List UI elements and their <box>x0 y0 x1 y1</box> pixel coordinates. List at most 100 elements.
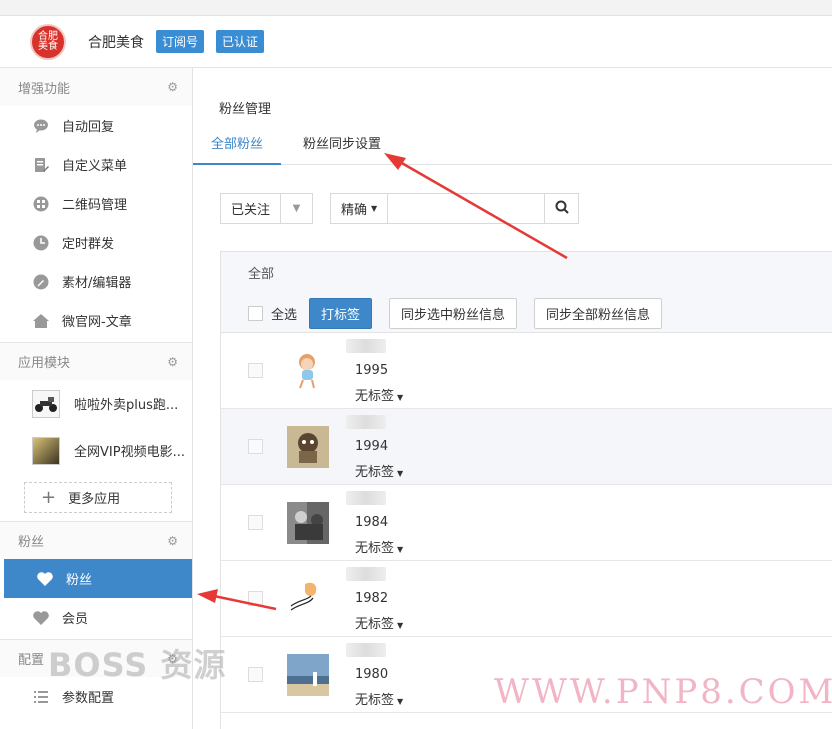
sidebar-item-label: 啦啦外卖plus跑... <box>74 398 179 413</box>
caret-down-icon: ▼ <box>397 469 404 478</box>
top-strip <box>0 0 832 16</box>
section-title: 配置 <box>18 653 45 668</box>
sidebar-item-micro-site[interactable]: 微官网-文章 <box>0 301 192 340</box>
section-title: 应用模块 <box>18 356 71 371</box>
sidebar-item-label: 微官网-文章 <box>62 315 132 330</box>
bulk-toolbar: 全选 打标签 同步选中粉丝信息 同步全部粉丝信息 <box>248 298 663 329</box>
search-group: 精确 ▼ <box>330 193 580 224</box>
fan-year: 1982 <box>355 591 389 606</box>
caret-down-icon: ▼ <box>397 621 404 630</box>
gear-icon[interactable]: ⚙ <box>167 534 178 548</box>
gear-icon[interactable]: ⚙ <box>167 355 178 369</box>
status-select-value: 已关注 <box>231 203 271 218</box>
select-all-label: 全选 <box>271 308 298 323</box>
sync-selected-button[interactable]: 同步选中粉丝信息 <box>389 298 518 329</box>
tab-all-fans[interactable]: 全部粉丝 <box>193 128 282 165</box>
sidebar-item-label: 会员 <box>62 612 89 627</box>
panel-title: 全部 <box>248 267 275 282</box>
caret-down-icon: ▼ <box>371 204 378 213</box>
sidebar-item-qrcode[interactable]: 二维码管理 <box>0 184 192 223</box>
chat-bubble-icon <box>32 117 50 135</box>
main-content: 粉丝管理 全部粉丝 粉丝同步设置 已关注 ▼ 精确 ▼ 全部 全选 打标签 同步选 <box>193 68 832 729</box>
heart-icon <box>32 609 50 627</box>
sidebar-item-material-editor[interactable]: 素材/编辑器 <box>0 262 192 301</box>
status-select[interactable]: 已关注 ▼ <box>220 193 314 224</box>
row-checkbox[interactable] <box>248 591 263 606</box>
fans-panel: 全部 全选 打标签 同步选中粉丝信息 同步全部粉丝信息 1995 无标签 ▼ 1… <box>220 251 832 729</box>
section-title: 粉丝 <box>18 535 45 550</box>
sidebar-item-auto-reply[interactable]: 自动回复 <box>0 106 192 145</box>
nickname-blurred <box>346 491 386 505</box>
avatar <box>287 654 329 696</box>
home-icon <box>32 312 50 330</box>
avatar <box>287 578 329 620</box>
app-thumbnail <box>32 436 60 465</box>
search-mode-dropdown[interactable]: 精确 ▼ <box>331 194 389 223</box>
sidebar-app-takeout[interactable]: 啦啦外卖plus跑... <box>0 380 192 427</box>
sidebar-item-label: 参数配置 <box>62 691 115 706</box>
qrcode-icon <box>32 195 50 213</box>
caret-down-icon: ▼ <box>397 393 404 402</box>
clock-icon <box>32 234 50 252</box>
sidebar-item-label: 粉丝 <box>66 573 93 588</box>
sidebar-item-label: 自动回复 <box>62 120 115 135</box>
search-button[interactable] <box>544 194 578 223</box>
chevron-down-icon[interactable]: ▼ <box>280 194 312 223</box>
logo-text: 合肥美食 <box>38 30 58 52</box>
fan-tag-dropdown[interactable]: 无标签 ▼ <box>355 537 403 556</box>
gear-icon[interactable]: ⚙ <box>167 80 178 94</box>
fan-tag-label: 无标签 <box>355 693 395 708</box>
row-checkbox[interactable] <box>248 515 263 530</box>
fan-year: 1995 <box>355 363 389 378</box>
sidebar-item-label: 全网VIP视频电影... <box>74 445 185 460</box>
avatar <box>287 502 329 544</box>
more-apps-label: 更多应用 <box>68 492 121 507</box>
caret-down-icon: ▼ <box>397 545 404 554</box>
search-icon <box>555 200 569 218</box>
watermark-url: WWW.PNP8.COM <box>494 672 832 712</box>
fan-tag-dropdown[interactable]: 无标签 ▼ <box>355 689 403 708</box>
sidebar-item-members[interactable]: 会员 <box>0 598 192 637</box>
tag-button[interactable]: 打标签 <box>309 298 373 329</box>
table-row[interactable]: 1984 无标签 ▼ <box>221 485 832 561</box>
fan-tag-dropdown[interactable]: 无标签 ▼ <box>355 461 403 480</box>
account-logo[interactable]: 合肥美食 <box>30 23 66 60</box>
table-row[interactable]: 1994 无标签 ▼ <box>221 409 832 485</box>
sidebar-item-scheduled-send[interactable]: 定时群发 <box>0 223 192 262</box>
caret-down-icon: ▼ <box>397 697 404 706</box>
account-name[interactable]: 合肥美食 <box>88 32 144 52</box>
avatar <box>287 350 329 392</box>
sidebar-item-fans[interactable]: 粉丝 <box>4 559 192 598</box>
table-row[interactable]: 1995 无标签 ▼ <box>221 333 832 409</box>
tab-bar: 全部粉丝 粉丝同步设置 <box>193 128 832 165</box>
edit-doc-icon <box>32 156 50 174</box>
tab-fan-sync-settings[interactable]: 粉丝同步设置 <box>285 128 399 165</box>
fan-tag-label: 无标签 <box>355 465 395 480</box>
sidebar-item-label: 定时群发 <box>62 237 115 252</box>
select-all-checkbox[interactable] <box>248 306 263 321</box>
row-checkbox[interactable] <box>248 439 263 454</box>
sidebar-section-apps: 应用模块 ⚙ <box>0 342 192 380</box>
sidebar-app-vip-video[interactable]: 全网VIP视频电影... <box>0 427 192 474</box>
fan-tag-dropdown[interactable]: 无标签 ▼ <box>355 385 403 404</box>
sidebar-section-fans: 粉丝 ⚙ <box>0 521 192 559</box>
sidebar-item-label: 自定义菜单 <box>62 159 128 174</box>
sidebar-item-custom-menu[interactable]: 自定义菜单 <box>0 145 192 184</box>
more-apps-button[interactable]: + 更多应用 <box>24 482 172 513</box>
row-checkbox[interactable] <box>248 667 263 682</box>
pencil-icon <box>32 273 50 291</box>
nickname-blurred <box>346 567 386 581</box>
search-input[interactable] <box>388 194 545 223</box>
table-row[interactable]: 1982 无标签 ▼ <box>221 561 832 637</box>
header: 合肥美食 合肥美食 订阅号 已认证 <box>0 16 832 68</box>
filter-bar: 已关注 ▼ 精确 ▼ <box>220 193 580 224</box>
sidebar-section-enhance: 增强功能 ⚙ <box>0 68 192 106</box>
plus-icon: + <box>41 487 57 508</box>
sync-all-button[interactable]: 同步全部粉丝信息 <box>534 298 663 329</box>
panel-header: 全部 全选 打标签 同步选中粉丝信息 同步全部粉丝信息 <box>221 251 832 333</box>
fan-tag-dropdown[interactable]: 无标签 ▼ <box>355 613 403 632</box>
section-title: 增强功能 <box>18 81 71 97</box>
fan-tag-label: 无标签 <box>355 541 395 556</box>
page-title: 粉丝管理 <box>219 102 272 117</box>
row-checkbox[interactable] <box>248 363 263 378</box>
